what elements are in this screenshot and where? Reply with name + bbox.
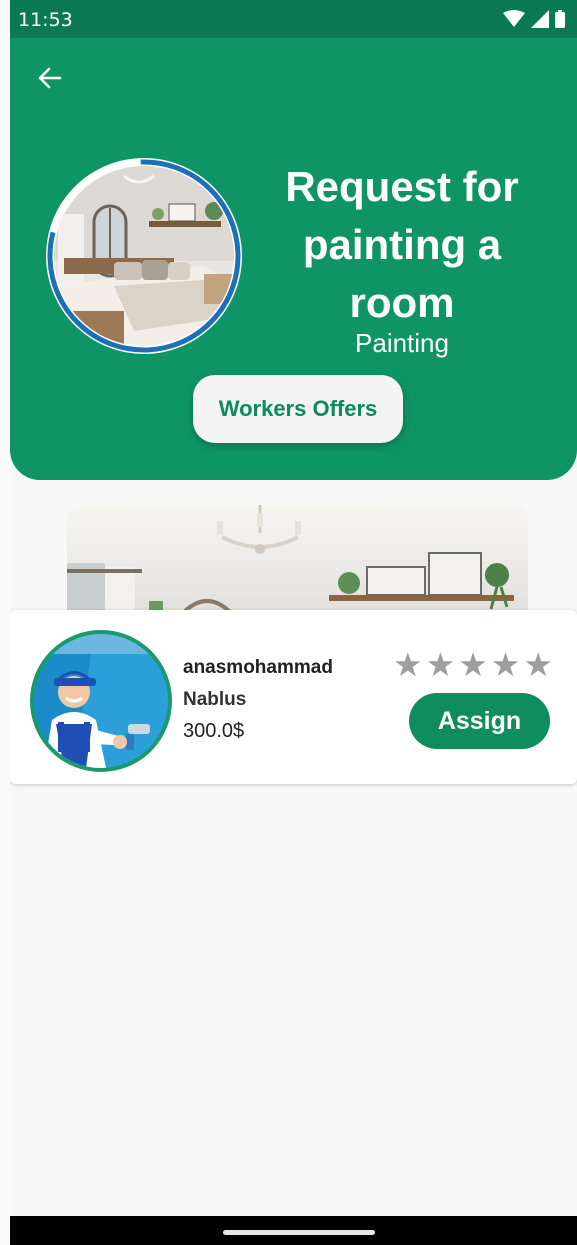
star-icon[interactable]: ★ bbox=[458, 648, 488, 681]
home-gesture-handle[interactable] bbox=[223, 1230, 375, 1235]
workers-offers-button[interactable]: Workers Offers bbox=[193, 375, 403, 443]
back-button[interactable] bbox=[32, 62, 68, 98]
room-photo bbox=[54, 166, 234, 346]
arrow-left-icon bbox=[37, 65, 63, 96]
star-icon[interactable]: ★ bbox=[393, 648, 423, 681]
assign-button[interactable]: Assign bbox=[409, 693, 550, 749]
system-navigation-bar bbox=[10, 1216, 577, 1245]
worker-offer-card: anasmohammad Nablus 300.0$ ★ ★ ★ ★ ★ Ass… bbox=[10, 610, 577, 784]
room-banner-image bbox=[67, 505, 528, 611]
wifi-icon bbox=[503, 10, 525, 33]
room-image-avatar bbox=[46, 158, 242, 354]
battery-icon bbox=[555, 10, 565, 33]
screen: 11:53 Request for painting a room Painti… bbox=[10, 0, 577, 1245]
worker-rating[interactable]: ★ ★ ★ ★ ★ bbox=[393, 648, 553, 681]
star-icon[interactable]: ★ bbox=[426, 648, 456, 681]
request-title: Request for painting a room bbox=[285, 163, 519, 326]
request-category: Painting bbox=[355, 328, 449, 358]
worker-avatar bbox=[30, 630, 172, 772]
star-icon[interactable]: ★ bbox=[491, 648, 521, 681]
request-header: Request for painting a room Painting Wor… bbox=[10, 38, 577, 480]
worker-name: anasmohammad bbox=[183, 657, 333, 678]
status-icons bbox=[503, 10, 565, 33]
signal-icon bbox=[531, 10, 549, 33]
status-bar: 11:53 bbox=[10, 0, 577, 38]
worker-city: Nablus bbox=[183, 689, 247, 710]
status-time: 11:53 bbox=[18, 9, 73, 31]
star-icon[interactable]: ★ bbox=[523, 648, 553, 681]
offer-price: 300.0$ bbox=[183, 720, 245, 742]
